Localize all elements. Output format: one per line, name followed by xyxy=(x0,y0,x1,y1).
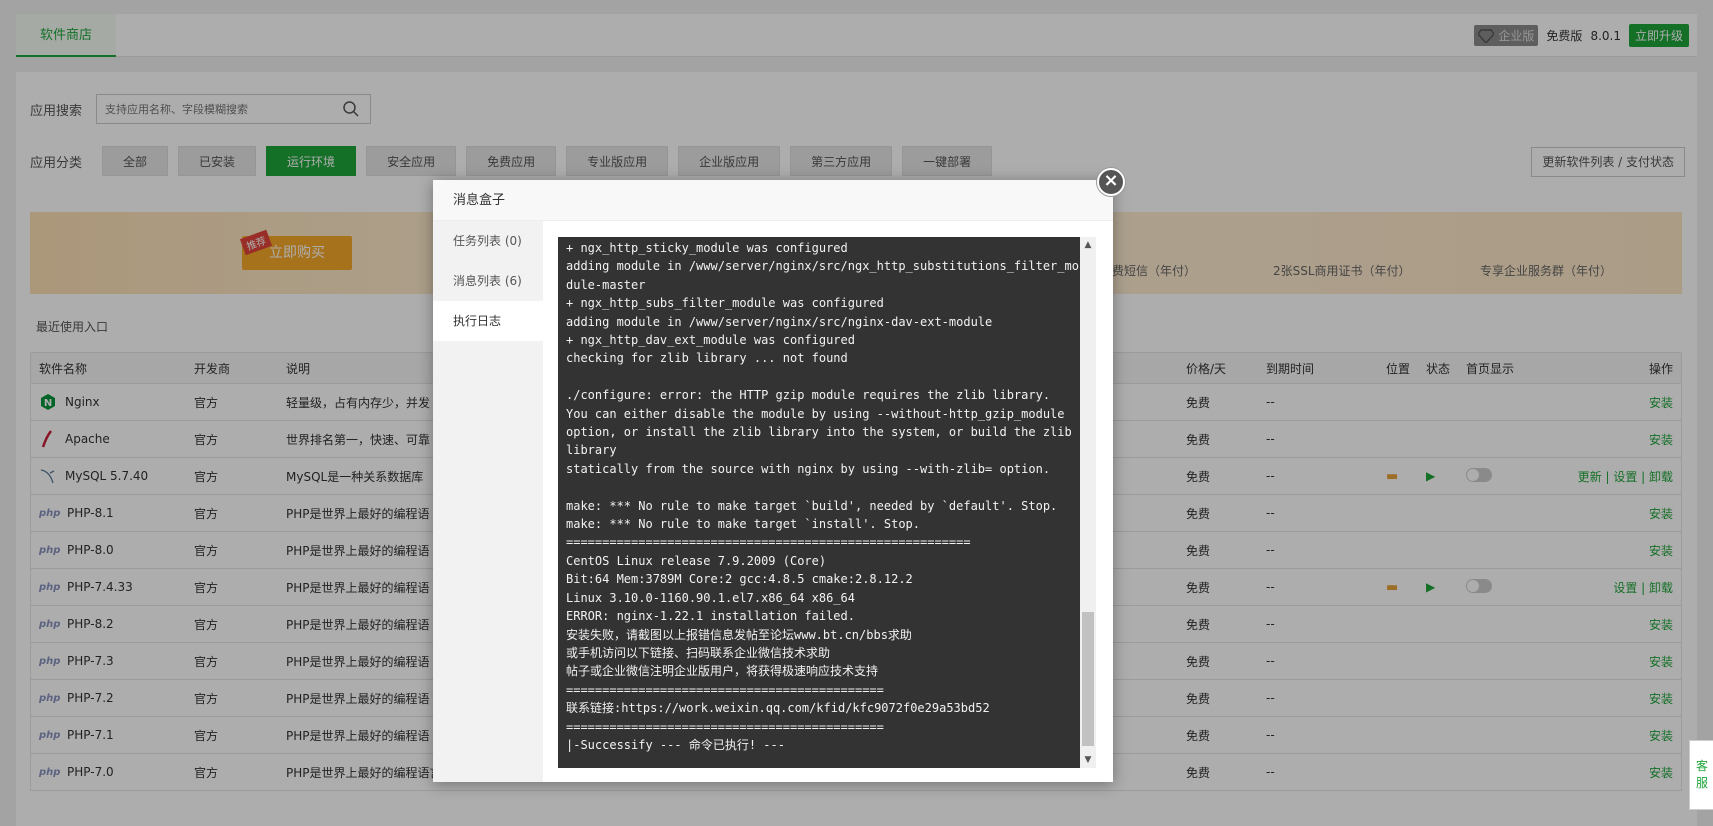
log-line: Bit:64 Mem:3789M Core:2 gcc:4.8.5 cmake:… xyxy=(566,572,913,587)
scroll-up-icon[interactable]: ▲ xyxy=(1080,237,1096,253)
log-panel: + ngx_http_sticky_module was configured a… xyxy=(558,237,1096,768)
modal-sidebar: 任务列表 (0) 消息列表 (6) 执行日志 xyxy=(433,221,543,782)
close-icon[interactable]: × xyxy=(1097,168,1125,196)
log-line: adding module in /www/server/nginx/src/n… xyxy=(566,314,993,329)
message-box-modal: 消息盒子 × 任务列表 (0) 消息列表 (6) 执行日志 + ngx_http… xyxy=(433,168,1125,782)
log-line: |-Successify --- 命令已执行! --- xyxy=(566,737,785,752)
log-line: 帖子或企业微信注明企业版用户，将获得极速响应技术支持 xyxy=(566,664,879,679)
log-line: ./configure: error: the HTTP gzip module… xyxy=(566,388,1051,403)
scroll-thumb[interactable] xyxy=(1082,612,1094,746)
log-line: ========================================… xyxy=(566,719,884,734)
log-line: option, or install the zlib library into… xyxy=(566,425,1079,458)
log-line: adding module in /www/server/nginx/src/n… xyxy=(566,259,1079,292)
customer-service-float[interactable]: 客服 xyxy=(1689,740,1713,810)
log-line: + ngx_http_dav_ext_module was configured xyxy=(566,333,855,348)
log-line: You can either disable the module by usi… xyxy=(566,406,1065,421)
tab-message-list[interactable]: 消息列表 (6) xyxy=(433,261,543,301)
log-line: 或手机访问以下链接、扫码联系企业微信技术求助 xyxy=(566,645,831,660)
log-line: ========================================… xyxy=(566,682,884,697)
log-line: ========================================… xyxy=(566,535,971,550)
modal-title: 消息盒子 xyxy=(433,180,1113,221)
scroll-down-icon[interactable]: ▼ xyxy=(1080,752,1096,768)
log-line: CentOS Linux release 7.9.2009 (Core) xyxy=(566,553,827,568)
execution-log-text: + ngx_http_sticky_module was configured a… xyxy=(558,237,1080,768)
log-line: + ngx_http_subs_filter_module was config… xyxy=(566,296,884,311)
log-line: make: *** No rule to make target `instal… xyxy=(566,517,921,532)
tab-task-list[interactable]: 任务列表 (0) xyxy=(433,221,543,261)
tab-execution-log[interactable]: 执行日志 xyxy=(433,301,543,341)
log-line: ERROR: nginx-1.22.1 installation failed. xyxy=(566,609,855,624)
log-line: make: *** No rule to make target `build'… xyxy=(566,498,1058,513)
log-line: 安装失败，请截图以上报错信息发帖至论坛www.bt.cn/bbs求助 xyxy=(566,627,912,642)
log-line: statically from the source with nginx by… xyxy=(566,461,1051,476)
log-line: Linux 3.10.0-1160.90.1.el7.x86_64 x86_64 xyxy=(566,590,855,605)
log-line: checking for zlib library ... not found xyxy=(566,351,848,366)
log-line: 联系链接:https://work.weixin.qq.com/kfid/kfc… xyxy=(566,701,990,716)
log-scrollbar[interactable]: ▲ ▼ xyxy=(1080,237,1096,768)
log-line: + ngx_http_sticky_module was configured xyxy=(566,241,848,255)
